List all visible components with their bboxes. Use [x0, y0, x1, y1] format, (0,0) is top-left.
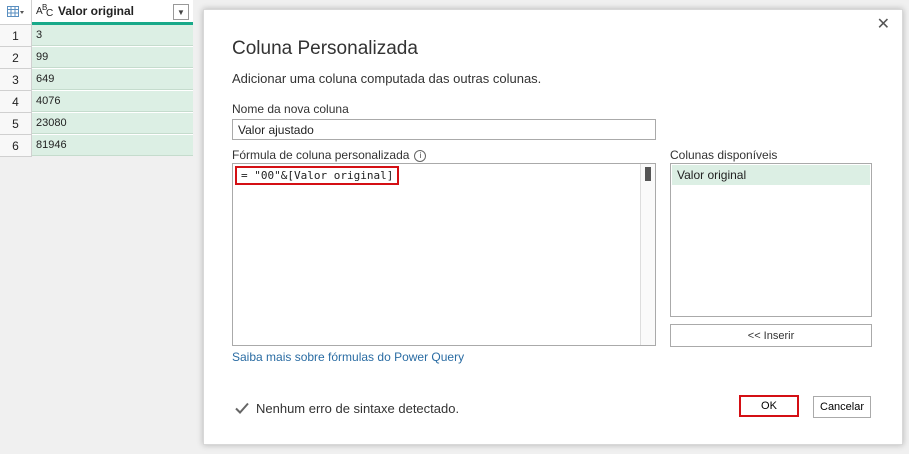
column-header-label: Valor original: [58, 4, 135, 18]
grid-header: ABC Valor original ▼: [0, 0, 193, 25]
row-number[interactable]: 2: [0, 47, 32, 69]
syntax-status-text: Nenhum erro de sintaxe detectado.: [256, 400, 460, 416]
power-query-formulas-link[interactable]: Saiba mais sobre fórmulas do Power Query: [232, 350, 464, 364]
data-grid: ABC Valor original ▼ 1 3 2 99 3 649 4 4076 5 2308…: [0, 0, 193, 157]
dialog-subtitle: Adicionar uma coluna computada das outra…: [232, 71, 542, 86]
table-row[interactable]: 3 649: [0, 69, 193, 91]
insert-button[interactable]: << Inserir: [670, 324, 872, 347]
new-column-name-label: Nome da nova coluna: [232, 102, 349, 116]
formula-label: Fórmula de coluna personalizada: [232, 148, 410, 162]
cancel-button[interactable]: Cancelar: [813, 396, 871, 418]
table-row[interactable]: 5 23080: [0, 113, 193, 135]
row-number[interactable]: 5: [0, 113, 32, 135]
cell-value[interactable]: 99: [32, 47, 193, 68]
new-column-name-input[interactable]: [232, 119, 656, 140]
table-row[interactable]: 13: [0, 25, 193, 47]
row-number[interactable]: 1: [0, 25, 32, 47]
formula-scrollbar[interactable]: [640, 164, 655, 345]
filter-dropdown-icon[interactable]: ▼: [173, 4, 189, 20]
cell-value[interactable]: 649: [32, 69, 193, 90]
scrollbar-thumb[interactable]: [645, 167, 651, 181]
formula-text[interactable]: = "00"&[Valor original]: [235, 166, 400, 185]
close-icon[interactable]: ✕: [877, 14, 890, 34]
row-number[interactable]: 6: [0, 135, 32, 157]
column-header-valor-original[interactable]: ABC Valor original ▼: [32, 0, 193, 25]
custom-column-dialog: ✕ Coluna Personalizada Adicionar uma col…: [203, 9, 903, 445]
row-number[interactable]: 4: [0, 91, 32, 113]
table-row[interactable]: 4 4076: [0, 91, 193, 113]
cell-value[interactable]: 81946: [32, 135, 193, 156]
dialog-title: Coluna Personalizada: [232, 38, 418, 59]
text-type-icon[interactable]: ABC: [36, 3, 54, 19]
cell-value[interactable]: 23080: [32, 113, 193, 134]
cell-value[interactable]: 4076: [32, 91, 193, 112]
table-row[interactable]: 2 99: [0, 47, 193, 69]
available-columns-list[interactable]: Valor original: [670, 163, 872, 317]
checkmark-icon: [235, 402, 249, 414]
row-number[interactable]: 3: [0, 69, 32, 91]
syntax-status: Nenhum erro de sintaxe detectado.: [234, 400, 459, 416]
formula-editor[interactable]: = "00"&[Valor original]: [232, 163, 656, 346]
table-menu-icon[interactable]: [0, 0, 32, 24]
formula-label-row: Fórmula de coluna personalizada i: [232, 148, 427, 162]
info-icon[interactable]: i: [414, 149, 427, 162]
available-column-item[interactable]: Valor original: [672, 165, 870, 185]
available-columns-label: Colunas disponíveis: [670, 148, 778, 162]
cell-value[interactable]: 3: [32, 25, 193, 46]
table-row[interactable]: 6 81946: [0, 135, 193, 157]
ok-button[interactable]: OK: [739, 395, 799, 417]
